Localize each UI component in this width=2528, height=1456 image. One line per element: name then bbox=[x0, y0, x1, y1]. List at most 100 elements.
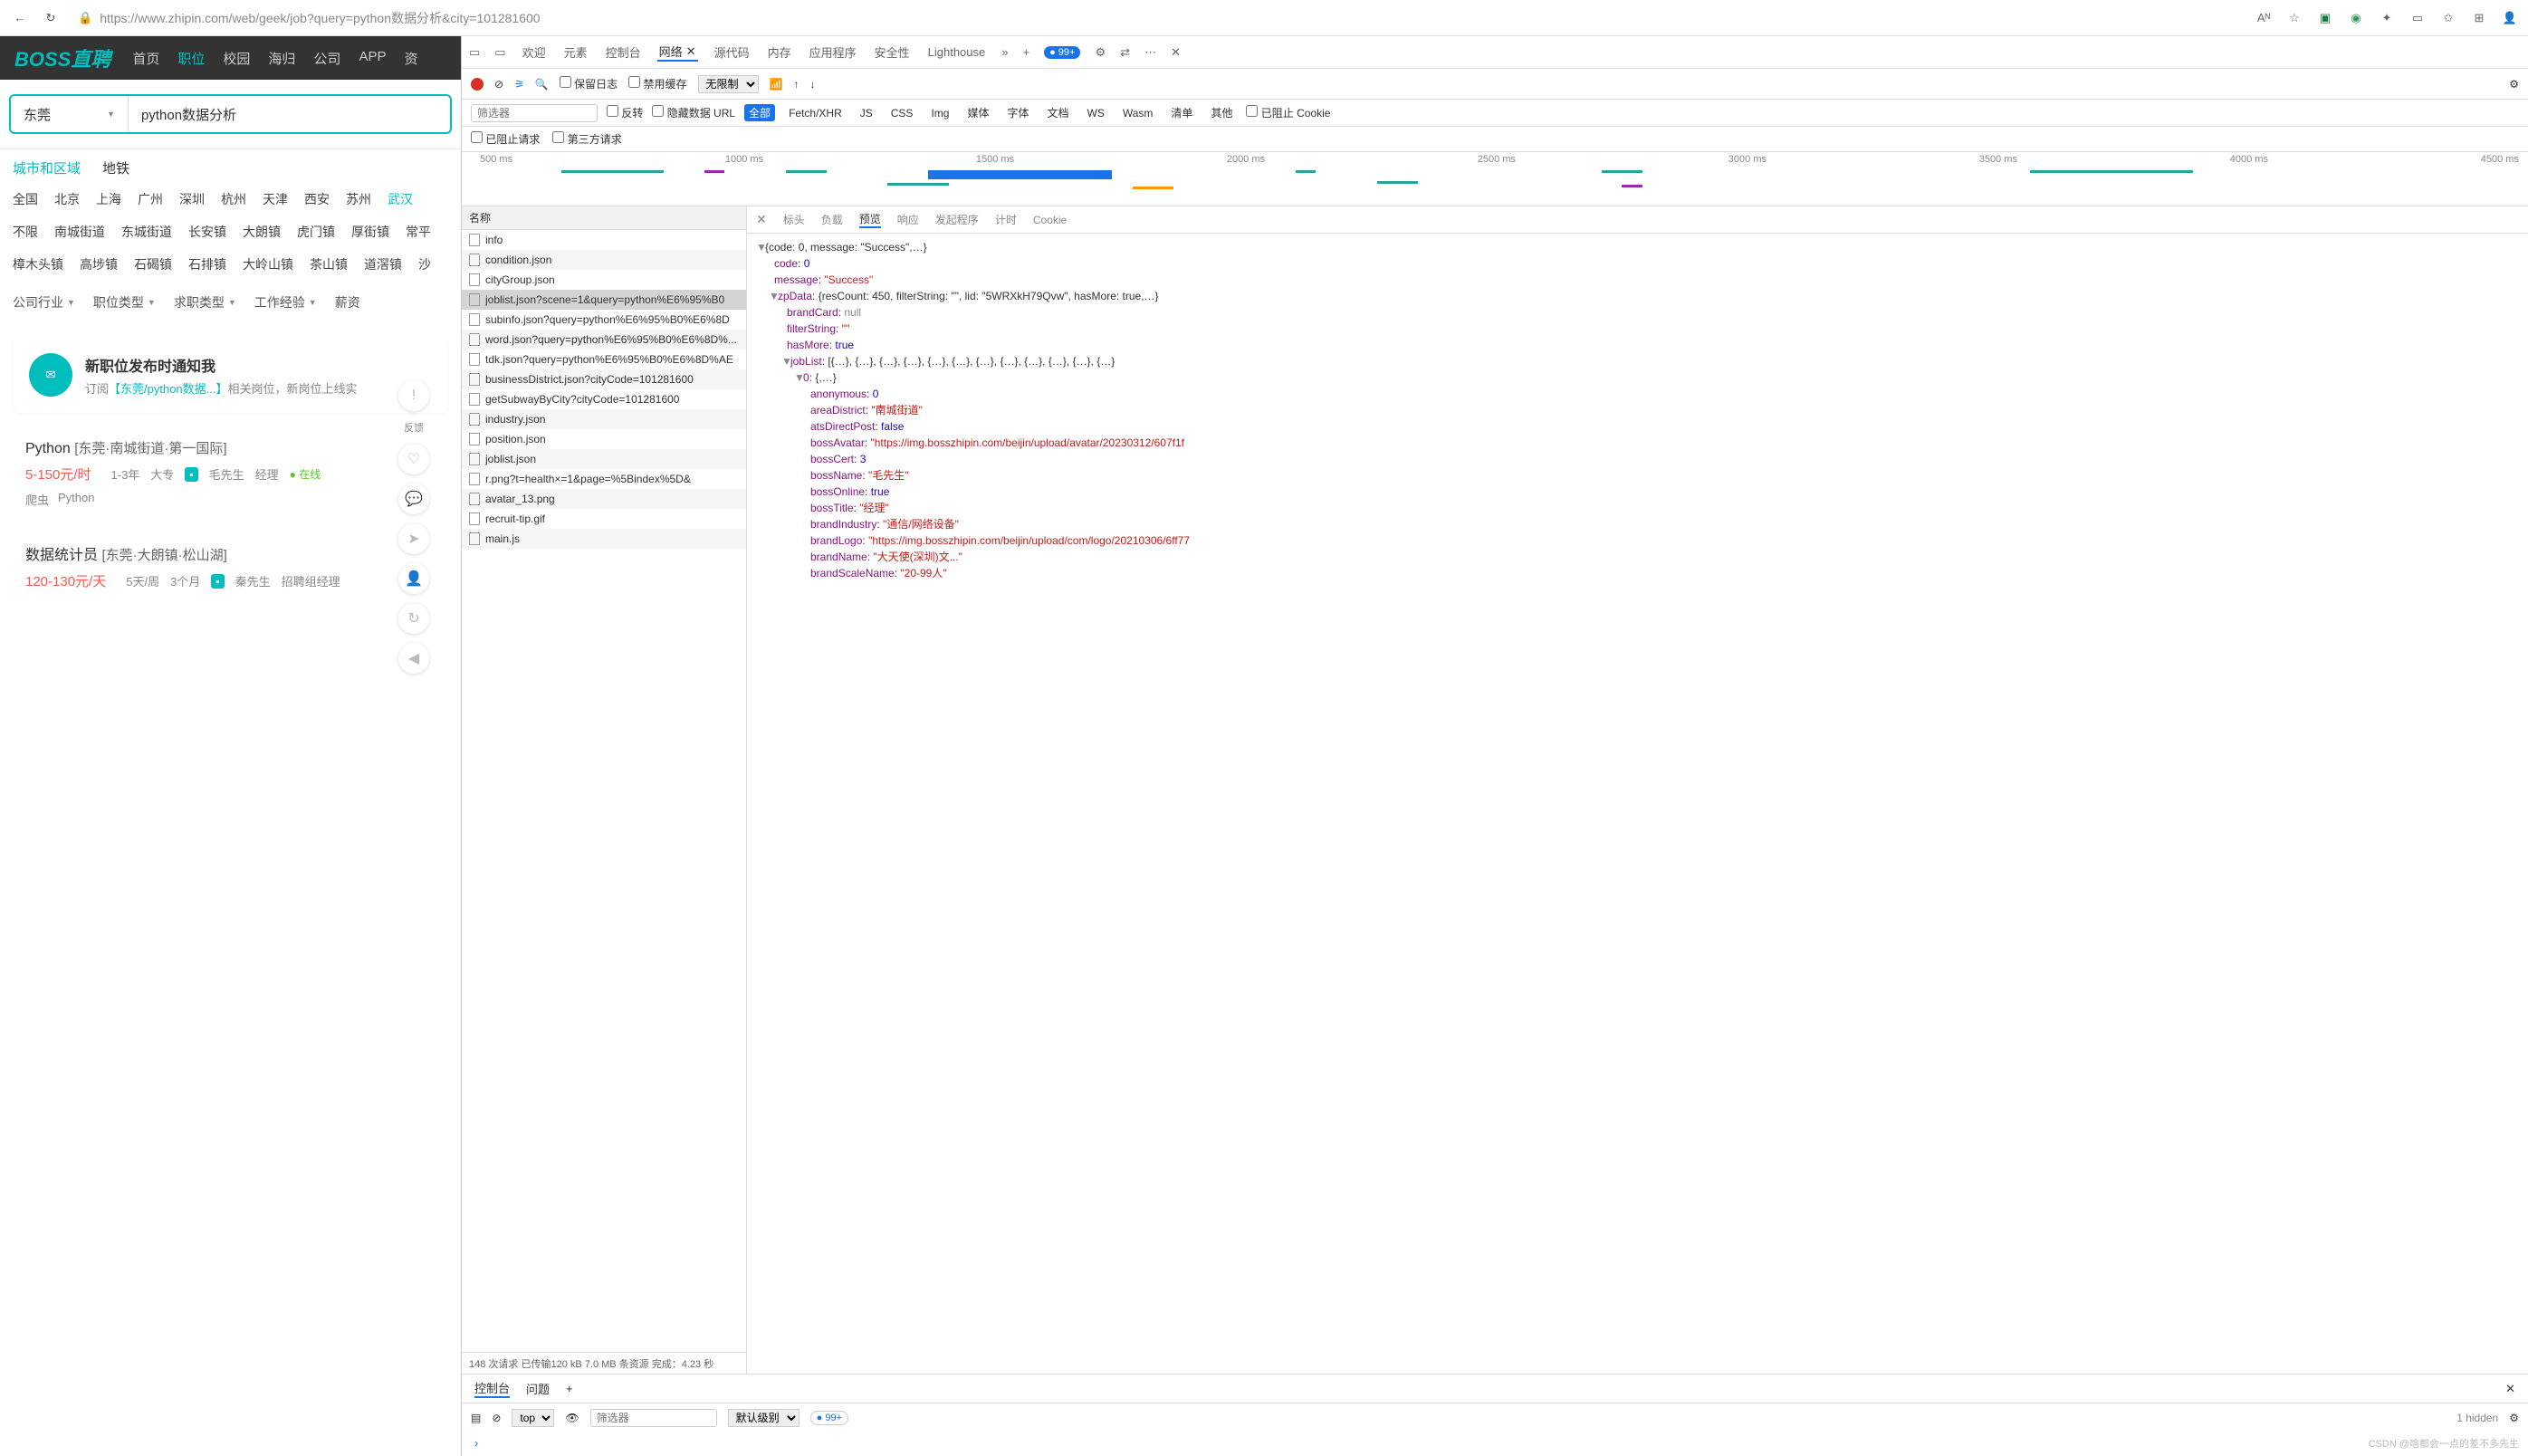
third-party[interactable]: 第三方请求 bbox=[552, 131, 621, 147]
back-btn[interactable]: ◀ bbox=[398, 643, 429, 674]
district-item[interactable]: 樟木头镇 bbox=[13, 255, 63, 273]
city-item[interactable]: 杭州 bbox=[221, 190, 246, 208]
refresh-btn[interactable]: ↻ bbox=[398, 603, 429, 634]
type-wasm[interactable]: Wasm bbox=[1118, 106, 1158, 120]
filter-salary[interactable]: 薪资 bbox=[335, 293, 360, 311]
feedback-btn[interactable]: ! bbox=[398, 380, 429, 411]
throttle-select[interactable]: 无限制 bbox=[698, 75, 759, 93]
request-item[interactable]: subinfo.json?query=python%E6%95%B0%E6%8D bbox=[462, 310, 746, 330]
dock-icon[interactable]: ⇄ bbox=[1120, 45, 1130, 60]
request-item[interactable]: position.json bbox=[462, 429, 746, 449]
job-card[interactable]: 数据统计员 [东莞·大朗镇·松山湖] 120-130元/天 5天/周 3个月 ▪… bbox=[13, 530, 448, 610]
heart-btn[interactable]: ♡ bbox=[398, 444, 429, 474]
tab-console[interactable]: 控制台 bbox=[604, 43, 643, 61]
issues-tab[interactable]: 问题 bbox=[526, 1380, 550, 1397]
request-item[interactable]: getSubwayByCity?cityCode=101281600 bbox=[462, 389, 746, 409]
filter-seektype[interactable]: 求职类型▼ bbox=[174, 293, 236, 311]
district-item[interactable]: 南城街道 bbox=[54, 223, 105, 241]
request-item[interactable]: joblist.json?scene=1&query=python%E6%95%… bbox=[462, 290, 746, 310]
notify-card[interactable]: ✉ 新职位发布时通知我 订阅【东莞/python数据...】相关岗位，新岗位上线… bbox=[13, 337, 448, 413]
inspect-icon[interactable]: ▭ bbox=[469, 45, 480, 60]
district-item[interactable]: 高埗镇 bbox=[80, 255, 118, 273]
clear-button[interactable]: ⊘ bbox=[494, 78, 503, 91]
district-item[interactable]: 大岭山镇 bbox=[243, 255, 293, 273]
request-item[interactable]: recruit-tip.gif bbox=[462, 509, 746, 529]
timeline[interactable]: 500 ms1000 ms1500 ms2000 ms2500 ms3000 m… bbox=[462, 152, 2528, 206]
city-item[interactable]: 苏州 bbox=[346, 190, 371, 208]
settings-icon[interactable]: ⚙ bbox=[1095, 45, 1106, 60]
tab-welcome[interactable]: 欢迎 bbox=[521, 43, 548, 61]
city-item[interactable]: 天津 bbox=[263, 190, 288, 208]
console-prompt[interactable]: › bbox=[462, 1432, 2528, 1456]
filter-experience[interactable]: 工作经验▼ bbox=[254, 293, 317, 311]
ptab-timing[interactable]: 计时 bbox=[995, 212, 1017, 227]
wifi-icon[interactable]: 📶 bbox=[770, 78, 783, 91]
add-tab-icon[interactable]: + bbox=[1022, 45, 1029, 59]
type-fetch[interactable]: Fetch/XHR bbox=[784, 106, 847, 120]
district-item[interactable]: 石碣镇 bbox=[134, 255, 172, 273]
request-item[interactable]: avatar_13.png bbox=[462, 489, 746, 509]
boss-logo[interactable]: BOSS直聘 bbox=[14, 43, 110, 72]
request-item[interactable]: main.js bbox=[462, 529, 746, 549]
type-ws[interactable]: WS bbox=[1083, 106, 1109, 120]
sidebar-toggle-icon[interactable]: ▤ bbox=[471, 1412, 481, 1424]
nav-app[interactable]: APP bbox=[359, 49, 386, 68]
send-btn[interactable]: ➤ bbox=[398, 523, 429, 554]
issues-badge[interactable]: ● 99+ bbox=[1044, 46, 1080, 59]
close-devtools-icon[interactable]: ✕ bbox=[1171, 45, 1181, 60]
close-drawer-icon[interactable]: ✕ bbox=[2505, 1382, 2515, 1396]
app-icon[interactable]: ⊞ bbox=[2470, 9, 2488, 27]
tab-subway[interactable]: 地铁 bbox=[102, 158, 129, 177]
invert-check[interactable]: 反转 bbox=[607, 105, 643, 120]
notify-link[interactable]: 【东莞/python数据...】 bbox=[109, 382, 227, 396]
profile-icon[interactable]: 👤 bbox=[2501, 9, 2519, 27]
collections-icon[interactable]: ▭ bbox=[2408, 9, 2427, 27]
city-item[interactable]: 广州 bbox=[138, 190, 163, 208]
district-item[interactable]: 道滘镇 bbox=[364, 255, 402, 273]
request-item[interactable]: tdk.json?query=python%E6%95%B0%E6%8D%AE bbox=[462, 350, 746, 369]
district-item[interactable]: 茶山镇 bbox=[310, 255, 348, 273]
user-btn[interactable]: 👤 bbox=[398, 563, 429, 594]
type-all[interactable]: 全部 bbox=[744, 104, 775, 121]
favorites-icon[interactable]: ✩ bbox=[2439, 9, 2457, 27]
gear-icon[interactable]: ⚙ bbox=[2509, 78, 2519, 91]
request-item[interactable]: cityGroup.json bbox=[462, 270, 746, 290]
address-bar[interactable]: 🔒 https://www.zhipin.com/web/geek/job?qu… bbox=[71, 5, 2246, 31]
request-item[interactable]: info bbox=[462, 230, 746, 250]
ptab-response[interactable]: 响应 bbox=[897, 212, 919, 227]
more-tabs-icon[interactable]: » bbox=[1001, 45, 1008, 59]
ptab-preview[interactable]: 预览 bbox=[859, 211, 881, 228]
back-button[interactable]: ← bbox=[9, 7, 31, 29]
filter-jobtype[interactable]: 职位类型▼ bbox=[93, 293, 156, 311]
blocked-req[interactable]: 已阻止请求 bbox=[471, 131, 540, 147]
nav-more[interactable]: 资 bbox=[404, 49, 417, 68]
favorite-icon[interactable]: ☆ bbox=[2285, 9, 2303, 27]
city-selector[interactable]: 东莞 ▼ bbox=[11, 96, 129, 132]
type-css[interactable]: CSS bbox=[886, 106, 918, 120]
console-filter[interactable] bbox=[590, 1409, 717, 1427]
ext-icon-2[interactable]: ◉ bbox=[2347, 9, 2365, 27]
add-drawer-icon[interactable]: + bbox=[566, 1382, 573, 1395]
filter-industry[interactable]: 公司行业▼ bbox=[13, 293, 75, 311]
city-item[interactable]: 全国 bbox=[13, 190, 38, 208]
json-preview[interactable]: ▼{code: 0, message: "Success",…} code: 0… bbox=[747, 234, 2528, 1374]
district-item[interactable]: 厚街镇 bbox=[351, 223, 389, 241]
blocked-cookie[interactable]: 已阻止 Cookie bbox=[1246, 105, 1330, 120]
filter-toggle-icon[interactable]: ⚞ bbox=[514, 78, 524, 91]
city-item[interactable]: 西安 bbox=[304, 190, 330, 208]
device-icon[interactable]: ▭ bbox=[494, 45, 505, 60]
city-item[interactable]: 武汉 bbox=[388, 190, 413, 208]
disable-cache[interactable]: 禁用缓存 bbox=[628, 76, 686, 91]
tab-lighthouse[interactable]: Lighthouse bbox=[926, 45, 988, 59]
nav-overseas[interactable]: 海归 bbox=[268, 49, 295, 68]
request-item[interactable]: joblist.json bbox=[462, 449, 746, 469]
tab-network[interactable]: 网络 ✕ bbox=[657, 43, 698, 62]
district-item[interactable]: 沙 bbox=[418, 255, 431, 273]
menu-icon[interactable]: ⋯ bbox=[1144, 45, 1156, 60]
district-item[interactable]: 虎门镇 bbox=[297, 223, 335, 241]
district-item[interactable]: 常平 bbox=[406, 223, 431, 241]
level-select[interactable]: 默认级别 bbox=[728, 1409, 800, 1427]
console-tab[interactable]: 控制台 bbox=[474, 1379, 510, 1398]
req-header[interactable]: 名称 bbox=[462, 206, 746, 230]
tab-elements[interactable]: 元素 bbox=[562, 43, 589, 61]
